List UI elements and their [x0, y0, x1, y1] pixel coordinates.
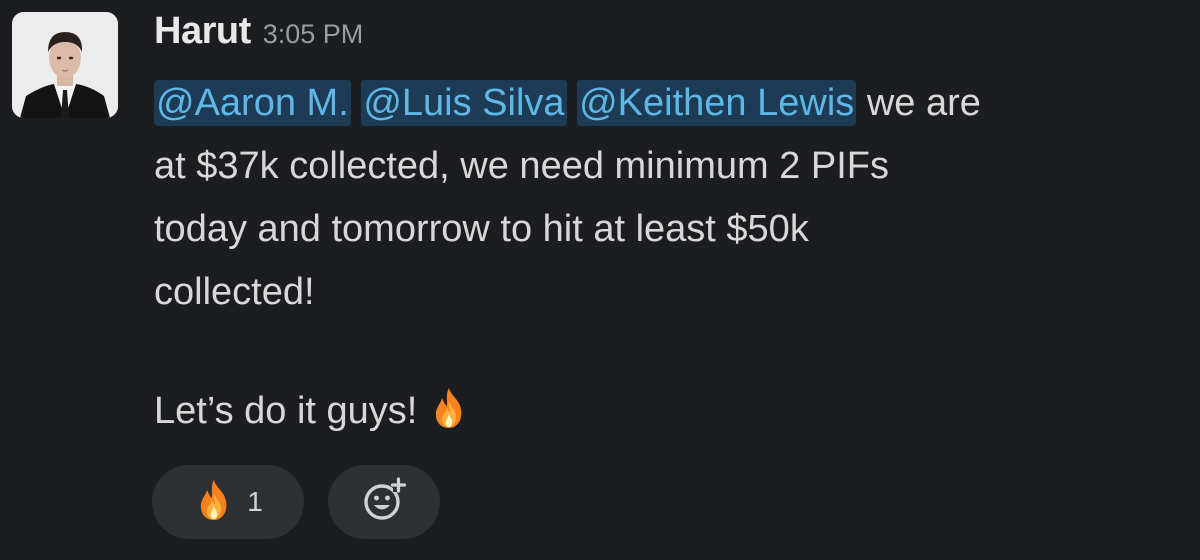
message-body: Harut 3:05 PM @Aaron M. @Luis Silva @Kei… — [154, 10, 1194, 443]
message-line-3: today and tomorrow to hit at least $50k — [154, 208, 809, 250]
mention-keithen[interactable]: @Keithen Lewis — [577, 80, 857, 126]
avatar[interactable] — [12, 12, 118, 118]
message-text: @Aaron M. @Luis Silva @Keithen Lewis we … — [154, 72, 1194, 443]
author-name[interactable]: Harut — [154, 10, 251, 53]
message-line-4: collected! — [154, 271, 315, 313]
fire-icon — [432, 386, 466, 449]
message-header: Harut 3:05 PM — [154, 10, 1194, 66]
chat-message: Harut 3:05 PM @Aaron M. @Luis Silva @Kei… — [0, 0, 1200, 560]
message-line-2: at $37k collected, we need minimum 2 PIF… — [154, 145, 890, 187]
avatar-portrait-icon — [12, 12, 118, 118]
mention-luis[interactable]: @Luis Silva — [361, 80, 567, 126]
mention-aaron[interactable]: @Aaron M. — [154, 80, 351, 126]
add-reaction-button[interactable] — [328, 465, 440, 539]
reactions-bar: 1 — [152, 465, 440, 539]
message-line-1-trailing: we are — [866, 82, 981, 124]
message-line-6: Let’s do it guys! — [154, 380, 1194, 443]
reaction-count: 1 — [247, 486, 263, 517]
add-reaction-icon — [361, 476, 407, 528]
reaction-fire-button[interactable]: 1 — [152, 465, 304, 539]
fire-icon — [197, 479, 231, 526]
message-line-6-text: Let’s do it guys! — [154, 390, 418, 432]
message-line-1: @Aaron M. @Luis Silva @Keithen Lewis we … — [154, 72, 1194, 135]
timestamp[interactable]: 3:05 PM — [263, 19, 364, 50]
